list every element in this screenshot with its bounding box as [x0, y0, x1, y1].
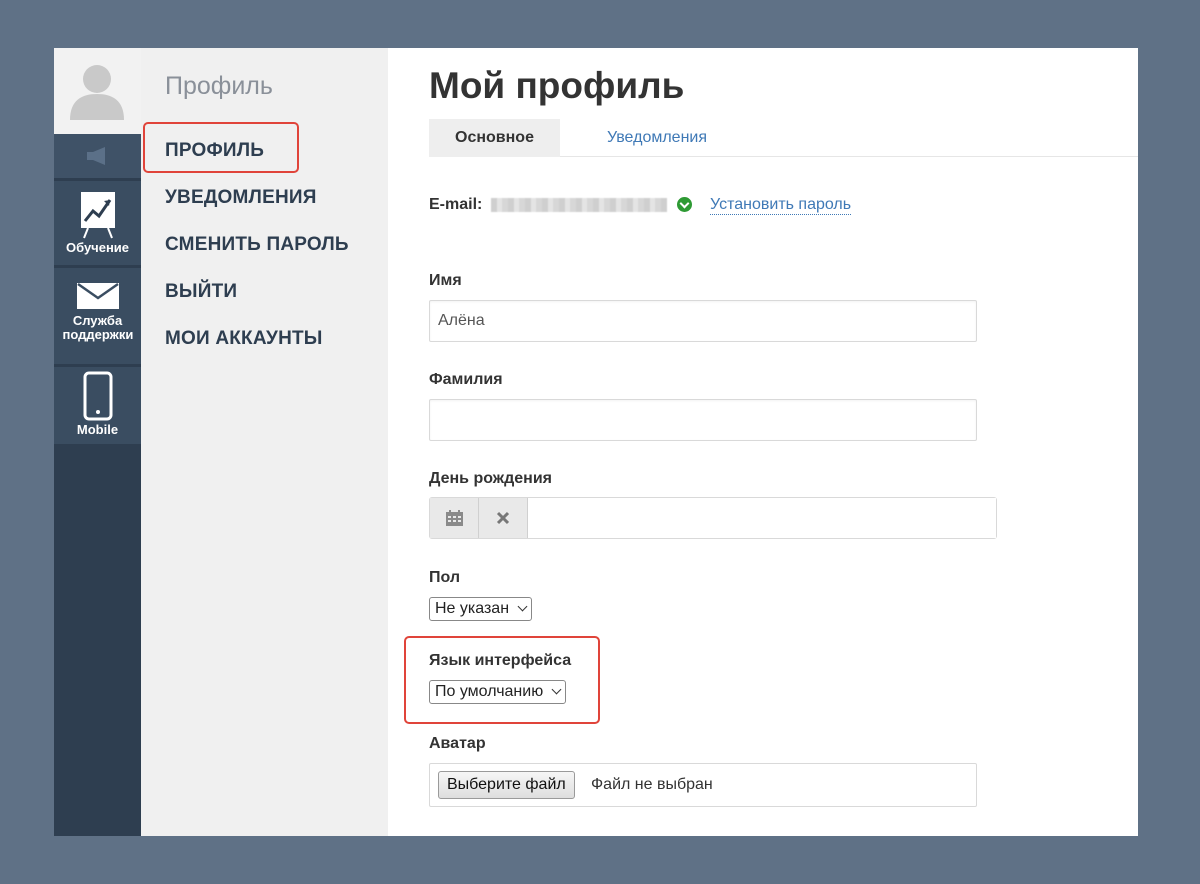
close-icon — [496, 511, 510, 525]
clear-date-button[interactable] — [479, 498, 528, 538]
set-password-link[interactable]: Установить пароль — [710, 196, 852, 215]
tab-bar: Основное Уведомления — [429, 119, 1138, 157]
email-label: E-mail: — [429, 196, 483, 213]
avatar-upload: Выберите файл Файл не выбран — [429, 763, 977, 807]
tab-notifications[interactable]: Уведомления — [560, 119, 754, 157]
rail-item-mobile[interactable]: Mobile — [54, 367, 141, 444]
last-name-field[interactable] — [429, 399, 977, 441]
page-title: Мой профиль — [429, 65, 685, 106]
main-content: Мой профиль Основное Уведомления E-mail:… — [388, 48, 1138, 836]
email-row: E-mail: — [429, 196, 693, 214]
file-status-text: Файл не выбран — [591, 776, 713, 793]
rail-item-label: Mobile — [76, 422, 119, 437]
verified-check-icon — [677, 197, 693, 213]
chevron-down-icon — [517, 601, 528, 612]
gender-select[interactable]: Не указан — [429, 597, 533, 621]
gender-select-value: Не указан — [435, 600, 510, 617]
sidebar-title: Профиль — [165, 72, 273, 100]
profile-sidebar: Профиль ПРОФИЛЬ УВЕДОМЛЕНИЯ СМЕНИТЬ ПАРО… — [141, 48, 388, 836]
highlight-frame-profile — [143, 122, 299, 173]
last-name-label: Фамилия — [429, 371, 503, 388]
sidebar-item-my-accounts[interactable]: МОИ АККАУНТЫ — [165, 328, 323, 350]
user-silhouette-icon — [70, 65, 124, 120]
chart-board-icon — [80, 192, 115, 239]
sidebar-item-notifications[interactable]: УВЕДОМЛЕНИЯ — [165, 187, 317, 209]
first-name-label: Имя — [429, 272, 462, 289]
announcements-button[interactable] — [54, 134, 141, 178]
tab-general[interactable]: Основное — [429, 119, 560, 157]
rail-item-label: Обучение — [65, 240, 130, 255]
birthday-label: День рождения — [429, 470, 553, 487]
highlight-frame-language — [404, 636, 600, 724]
calendar-button[interactable] — [430, 498, 479, 538]
user-avatar[interactable] — [54, 48, 141, 134]
avatar-label: Аватар — [429, 735, 486, 752]
rail-item-label: Служба поддержки — [62, 313, 134, 342]
sidebar-item-logout[interactable]: ВЫЙТИ — [165, 281, 237, 303]
first-name-field[interactable] — [429, 300, 977, 342]
gender-label: Пол — [429, 569, 461, 586]
email-value-redacted — [490, 197, 667, 212]
choose-file-button[interactable]: Выберите файл — [438, 771, 575, 799]
smartphone-icon — [83, 371, 112, 421]
envelope-icon — [76, 282, 119, 309]
sidebar-item-change-password[interactable]: СМЕНИТЬ ПАРОЛЬ — [165, 234, 349, 256]
icon-rail: Обучение Служба поддержки Mobile — [54, 48, 141, 836]
calendar-icon — [446, 510, 463, 526]
app-window: Обучение Служба поддержки Mobile Профиль… — [54, 48, 1138, 836]
birthday-picker — [429, 497, 997, 539]
birthday-input[interactable] — [528, 498, 996, 538]
rail-item-learning[interactable]: Обучение — [54, 181, 141, 265]
rail-item-support[interactable]: Служба поддержки — [54, 268, 141, 364]
megaphone-icon — [87, 147, 105, 165]
